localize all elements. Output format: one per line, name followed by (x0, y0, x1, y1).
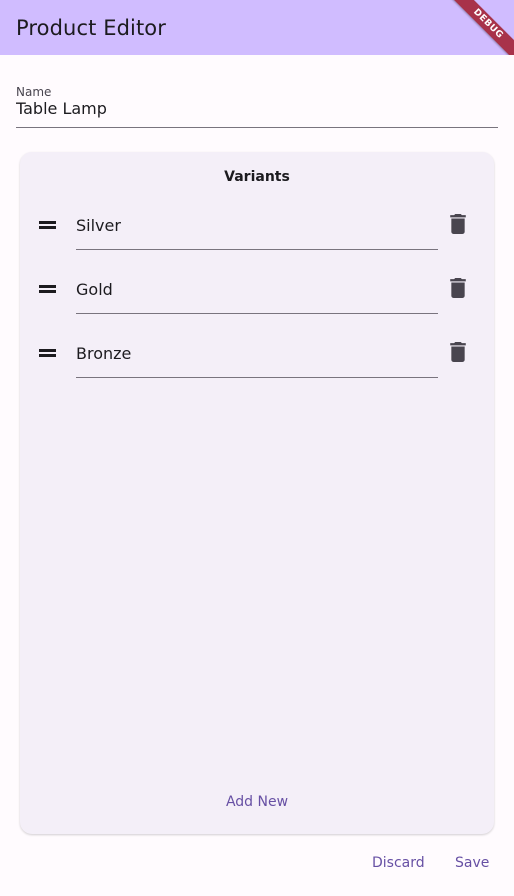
save-button[interactable]: Save (455, 855, 489, 871)
variant-row (20, 334, 494, 388)
trash-icon (450, 342, 466, 362)
variant-field[interactable] (76, 270, 438, 314)
variant-input[interactable] (76, 216, 438, 235)
variant-input[interactable] (76, 280, 438, 299)
delete-variant-button[interactable] (446, 340, 470, 364)
trash-icon (450, 214, 466, 234)
trash-icon (450, 278, 466, 298)
name-field-label: Name (16, 85, 52, 99)
variant-input[interactable] (76, 344, 438, 363)
drag-handle-icon[interactable] (38, 346, 56, 360)
app-bar-title: Product Editor (16, 15, 166, 40)
debug-banner: DEBUG (434, 0, 514, 55)
delete-variant-button[interactable] (446, 276, 470, 300)
variant-field[interactable] (76, 334, 438, 378)
name-field[interactable]: Name (16, 84, 498, 128)
debug-banner-label: DEBUG (449, 0, 514, 55)
drag-handle-icon[interactable] (38, 218, 56, 232)
app-bar: Product Editor DEBUG (0, 0, 514, 55)
discard-button[interactable]: Discard (372, 855, 425, 871)
drag-handle-icon[interactable] (38, 282, 56, 296)
variant-field[interactable] (76, 206, 438, 250)
variant-row (20, 206, 494, 260)
variant-row (20, 270, 494, 324)
variants-title: Variants (224, 169, 290, 185)
delete-variant-button[interactable] (446, 212, 470, 236)
name-input[interactable] (16, 99, 498, 118)
variants-card: Variants Add New (20, 152, 494, 834)
add-new-button[interactable]: Add New (20, 794, 494, 810)
